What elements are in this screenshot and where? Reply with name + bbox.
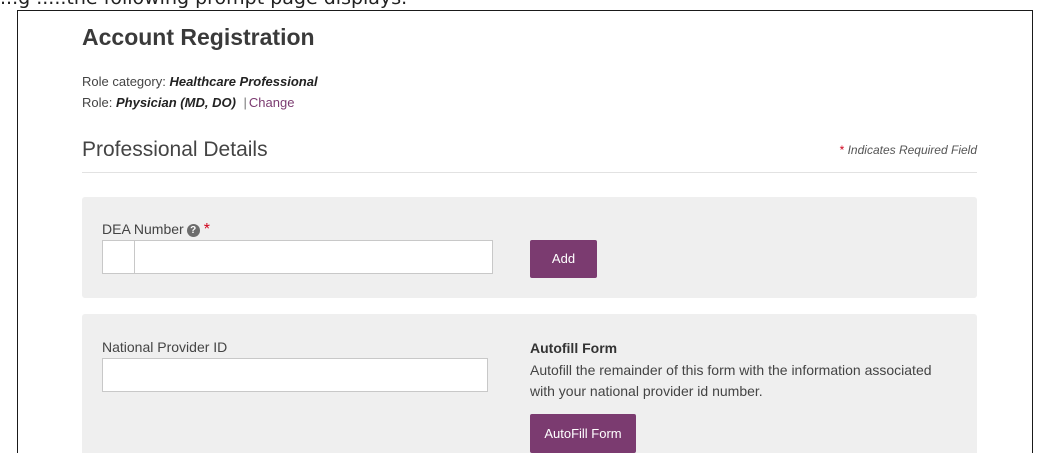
page-title: Account Registration <box>82 24 315 50</box>
role-category-line: Role category: Healthcare Professional <box>82 74 318 89</box>
dea-required-star: * <box>203 221 210 238</box>
section-heading: Professional Details <box>82 138 268 161</box>
role-category-label: Role category: <box>82 74 166 89</box>
autofill-title: Autofill Form <box>530 340 618 356</box>
dea-prefix-field[interactable] <box>102 240 135 274</box>
required-note-text: Indicates Required Field <box>847 143 977 157</box>
caption-text: ...g .....the following prompt page disp… <box>0 0 407 8</box>
npi-panel: National Provider ID Autofill Form Autof… <box>82 314 977 453</box>
autofill-description: Autofill the remainder of this form with… <box>530 362 932 399</box>
role-value: Physician (MD, DO) <box>115 95 236 110</box>
change-role-link[interactable]: Change <box>249 95 295 110</box>
role-separator: | <box>243 95 247 110</box>
dea-number-input[interactable] <box>134 240 493 274</box>
question-circle-icon[interactable]: ? <box>186 224 200 237</box>
add-button[interactable]: Add <box>530 240 597 278</box>
section-divider <box>82 172 977 173</box>
role-label: Role: <box>82 95 113 110</box>
dea-label: DEA Number <box>102 221 184 237</box>
required-star: * <box>839 143 845 157</box>
top-caption: ...g .....the following prompt page disp… <box>0 0 1046 10</box>
role-line: Role: Physician (MD, DO) | Change <box>82 95 294 110</box>
required-field-note: * Indicates Required Field <box>840 143 977 157</box>
npi-label: National Provider ID <box>102 339 228 355</box>
autofill-button[interactable]: AutoFill Form <box>530 414 636 453</box>
dea-panel: DEA Number? * Add <box>82 197 977 298</box>
npi-input[interactable] <box>102 358 488 392</box>
role-category-value: Healthcare Professional <box>169 74 318 89</box>
dea-label-row: DEA Number? * <box>102 221 210 239</box>
